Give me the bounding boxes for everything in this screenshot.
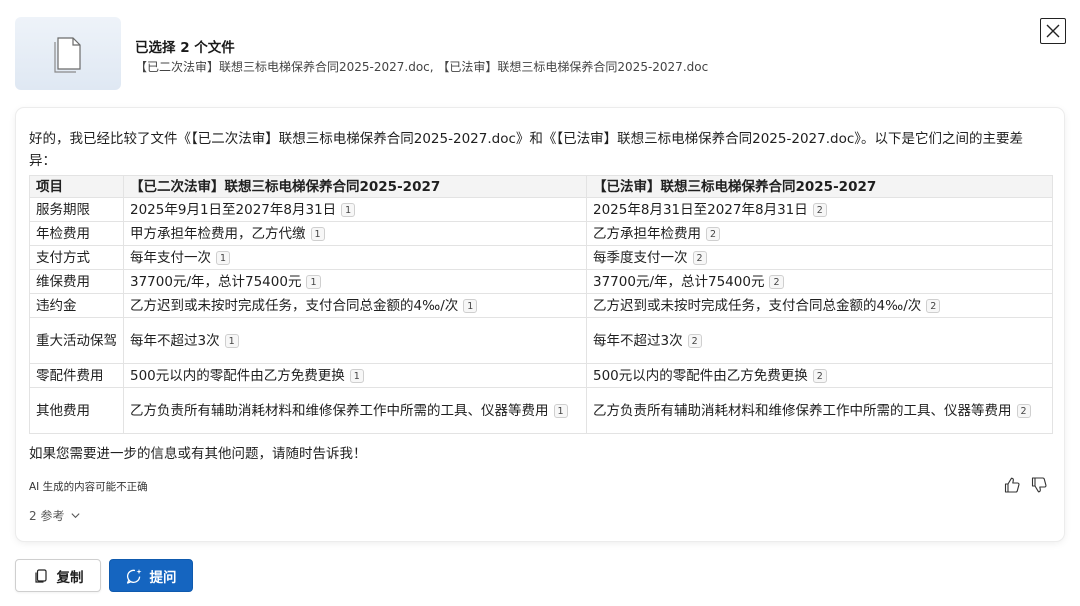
table-row: 支付方式 每年支付一次 1 每季度支付一次 2 xyxy=(29,245,1053,270)
cell-text: 乙方承担年检费用 xyxy=(593,225,701,242)
table-row: 维保费用 37700元/年，总计75400元 1 37700元/年，总计75400元 2 xyxy=(29,269,1053,294)
row-value-doc-b: 乙方承担年检费用 2 xyxy=(586,221,1053,246)
row-value-doc-a: 甲方承担年检费用，乙方代缴 1 xyxy=(123,221,587,246)
table-row: 违约金 乙方迟到或未按时完成任务，支付合同总金额的4‰/次 1 乙方迟到或未按时完成任… xyxy=(29,293,1053,318)
header-item: 项目 xyxy=(29,175,124,198)
row-item-label: 违约金 xyxy=(29,293,124,318)
row-value-doc-b: 37700元/年，总计75400元 2 xyxy=(586,269,1053,294)
thumbs-down-button[interactable] xyxy=(1030,476,1048,494)
references-toggle[interactable]: 2 参考 xyxy=(29,507,81,524)
row-value-doc-a: 37700元/年，总计75400元 1 xyxy=(123,269,587,294)
row-item-label: 支付方式 xyxy=(29,245,124,270)
thumbs-up-button[interactable] xyxy=(1003,476,1021,494)
file-thumbnail xyxy=(15,17,121,90)
document-icon xyxy=(54,36,81,73)
citation-badge[interactable]: 1 xyxy=(224,333,239,348)
citation-badge[interactable]: 1 xyxy=(349,368,364,383)
ask-button[interactable]: 提问 xyxy=(109,559,193,592)
row-value-doc-a: 每年不超过3次 1 xyxy=(123,317,587,364)
response-intro: 好的，我已经比较了文件《【已二次法审】联想三标电梯保养合同2025-2027.d… xyxy=(29,131,1024,169)
row-value-doc-b: 乙方迟到或未按时完成任务，支付合同总金额的4‰/次 2 xyxy=(586,293,1053,318)
chevron-down-icon xyxy=(71,513,81,519)
ai-disclaimer: AI 生成的内容可能不正确 xyxy=(29,481,148,493)
row-value-doc-b: 2025年8月31日至2027年8月31日 2 xyxy=(586,197,1053,222)
row-value-doc-b: 每年不超过3次 2 xyxy=(586,317,1053,364)
citation-badge[interactable]: 1 xyxy=(306,274,321,289)
close-icon xyxy=(1046,24,1060,38)
cell-text: 每年支付一次 xyxy=(130,249,211,266)
cell-text: 2025年9月1日至2027年8月31日 xyxy=(130,201,337,218)
row-item-label: 维保费用 xyxy=(29,269,124,294)
citation-badge[interactable]: 1 xyxy=(216,250,231,265)
chat-sparkle-icon xyxy=(126,568,141,584)
cell-text: 乙方负责所有辅助消耗材料和维修保养工作中所需的工具、仪器等费用 xyxy=(593,402,1012,419)
table-row: 零配件费用 500元以内的零配件由乙方免费更换 1 500元以内的零配件由乙方免费更换… xyxy=(29,363,1053,388)
copy-button-label: 复制 xyxy=(56,569,84,586)
citation-badge[interactable]: 2 xyxy=(692,250,707,265)
cell-text: 500元以内的零配件由乙方免费更换 xyxy=(130,367,345,384)
row-item-label: 重大活动保驾 xyxy=(29,317,124,364)
response-outro: 如果您需要进一步的信息或有其他问题，请随时告诉我！ xyxy=(29,446,367,462)
selected-files-list: 【已二次法审】联想三标电梯保养合同2025-2027.doc, 【已法审】联想三… xyxy=(135,60,709,74)
row-value-doc-b: 500元以内的零配件由乙方免费更换 2 xyxy=(586,363,1053,388)
comparison-table: 项目 【已二次法审】联想三标电梯保养合同2025-2027 【已法审】联想三标电… xyxy=(29,175,1053,434)
cell-text: 乙方负责所有辅助消耗材料和维修保养工作中所需的工具、仪器等费用 xyxy=(130,402,549,419)
copy-icon xyxy=(34,568,47,583)
thumbs-down-icon xyxy=(1031,477,1047,493)
table-header-row: 项目 【已二次法审】联想三标电梯保养合同2025-2027 【已法审】联想三标电… xyxy=(29,175,1053,198)
selected-files-title: 已选择 2 个文件 xyxy=(135,40,235,56)
cell-text: 乙方迟到或未按时完成任务，支付合同总金额的4‰/次 xyxy=(130,297,459,314)
copy-button[interactable]: 复制 xyxy=(15,559,101,592)
row-value-doc-a: 2025年9月1日至2027年8月31日 1 xyxy=(123,197,587,222)
row-item-label: 服务期限 xyxy=(29,197,124,222)
row-value-doc-a: 每年支付一次 1 xyxy=(123,245,587,270)
citation-badge[interactable]: 1 xyxy=(553,403,568,418)
citation-badge[interactable]: 2 xyxy=(812,202,827,217)
table-row: 服务期限 2025年9月1日至2027年8月31日 1 2025年8月31日至2027… xyxy=(29,197,1053,222)
table-row: 其他费用 乙方负责所有辅助消耗材料和维修保养工作中所需的工具、仪器等费用 1 乙方负责… xyxy=(29,387,1053,434)
citation-badge[interactable]: 2 xyxy=(706,226,721,241)
row-item-label: 零配件费用 xyxy=(29,363,124,388)
citation-badge[interactable]: 1 xyxy=(463,298,478,313)
cell-text: 37700元/年，总计75400元 xyxy=(130,273,302,290)
citation-badge[interactable]: 2 xyxy=(926,298,941,313)
cell-text: 甲方承担年检费用，乙方代缴 xyxy=(130,225,306,242)
table-row: 重大活动保驾 每年不超过3次 1 每年不超过3次 2 xyxy=(29,317,1053,364)
row-item-label: 其他费用 xyxy=(29,387,124,434)
citation-badge[interactable]: 2 xyxy=(1016,403,1031,418)
citation-badge[interactable]: 1 xyxy=(341,202,356,217)
thumbs-up-icon xyxy=(1004,477,1020,493)
cell-text: 每年不超过3次 xyxy=(130,332,220,349)
compare-result-page: 已选择 2 个文件 【已二次法审】联想三标电梯保养合同2025-2027.doc… xyxy=(0,0,1080,606)
citation-badge[interactable]: 2 xyxy=(769,274,784,289)
cell-text: 2025年8月31日至2027年8月31日 xyxy=(593,201,808,218)
table-row: 年检费用 甲方承担年检费用，乙方代缴 1 乙方承担年检费用 2 xyxy=(29,221,1053,246)
ask-button-label: 提问 xyxy=(149,569,177,586)
row-value-doc-b: 每季度支付一次 2 xyxy=(586,245,1053,270)
row-value-doc-a: 500元以内的零配件由乙方免费更换 1 xyxy=(123,363,587,388)
cell-text: 每年不超过3次 xyxy=(593,332,683,349)
references-label: 2 参考 xyxy=(29,509,65,523)
row-value-doc-a: 乙方负责所有辅助消耗材料和维修保养工作中所需的工具、仪器等费用 1 xyxy=(123,387,587,434)
cell-text: 乙方迟到或未按时完成任务，支付合同总金额的4‰/次 xyxy=(593,297,922,314)
close-button[interactable] xyxy=(1040,18,1066,44)
row-item-label: 年检费用 xyxy=(29,221,124,246)
row-value-doc-a: 乙方迟到或未按时完成任务，支付合同总金额的4‰/次 1 xyxy=(123,293,587,318)
citation-badge[interactable]: 2 xyxy=(687,333,702,348)
response-card: 好的，我已经比较了文件《【已二次法审】联想三标电梯保养合同2025-2027.d… xyxy=(16,108,1064,541)
cell-text: 37700元/年，总计75400元 xyxy=(593,273,765,290)
header-doc-a: 【已二次法审】联想三标电梯保养合同2025-2027 xyxy=(123,175,587,198)
cell-text: 每季度支付一次 xyxy=(593,249,688,266)
header-doc-b: 【已法审】联想三标电梯保养合同2025-2027 xyxy=(586,175,1053,198)
citation-badge[interactable]: 2 xyxy=(812,368,827,383)
row-value-doc-b: 乙方负责所有辅助消耗材料和维修保养工作中所需的工具、仪器等费用 2 xyxy=(586,387,1053,434)
citation-badge[interactable]: 1 xyxy=(310,226,325,241)
cell-text: 500元以内的零配件由乙方免费更换 xyxy=(593,367,808,384)
